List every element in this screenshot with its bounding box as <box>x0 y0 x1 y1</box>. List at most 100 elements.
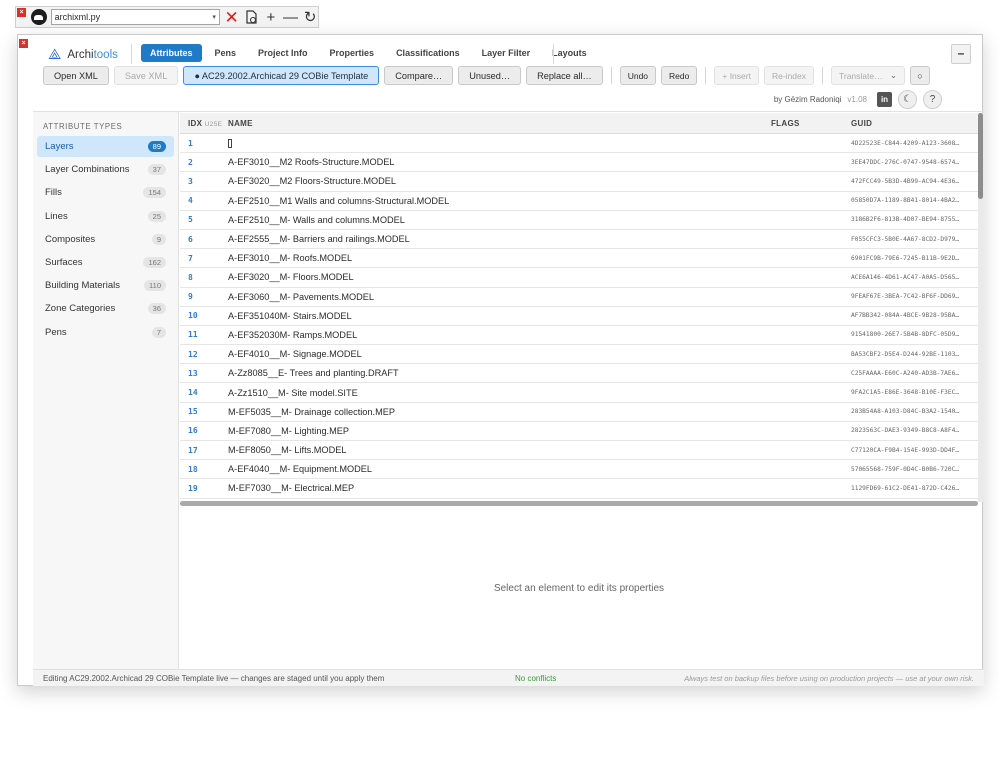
minimize-button[interactable]: – <box>951 44 971 64</box>
vertical-scrollbar[interactable] <box>978 113 983 502</box>
row-guid: BA53CBF2-D5E4-D244-92BE-1103… <box>851 350 960 358</box>
table-row[interactable]: 16 M-EF7080__M- Lighting.MEP 2823563C-DAE3… <box>180 422 978 441</box>
unused-button[interactable]: Unused… <box>458 66 522 85</box>
row-name[interactable]: M-EF8050__M- Lifts.MODEL <box>228 445 771 455</box>
reload-script-icon[interactable] <box>243 9 259 25</box>
insert-button[interactable]: + Insert <box>714 66 759 85</box>
table-row[interactable]: 2 A-EF3010__M2 Roofs-Structure.MODEL 3EE47… <box>180 153 978 173</box>
open-xml-button[interactable]: Open XML <box>43 66 109 85</box>
table-row[interactable]: 15 M-EF5035__M- Drainage collection.MEP 28… <box>180 403 978 422</box>
row-name[interactable]: A-EF4040__M- Equipment.MODEL <box>228 464 771 474</box>
row-name[interactable] <box>228 138 771 149</box>
row-name[interactable]: A-EF3010__M2 Roofs-Structure.MODEL <box>228 157 771 167</box>
sidebar-item-layer-combinations[interactable]: Layer Combinations 37 <box>37 159 174 180</box>
sidebar-item-pens[interactable]: Pens 7 <box>37 322 174 343</box>
count-badge: 25 <box>147 210 166 222</box>
row-name[interactable]: A-EF4010__M- Signage.MODEL <box>228 349 771 359</box>
tab-layouts[interactable]: Layouts <box>543 44 596 62</box>
row-guid: C77120CA-F9B4-154E-993D-DD4F… <box>851 446 960 454</box>
reindex-button[interactable]: Re-index <box>763 66 814 85</box>
cancel-run-icon[interactable]: ✕ <box>224 9 240 26</box>
horizontal-scrollbar[interactable] <box>180 501 978 506</box>
table-row[interactable]: 1 4D22523E-C844-4209-A123-3608… <box>180 134 978 154</box>
tab-classifications[interactable]: Classifications <box>387 44 469 62</box>
row-name[interactable]: A-EF3010__M- Roofs.MODEL <box>228 253 771 263</box>
table-row[interactable]: 17 M-EF8050__M- Lifts.MODEL C77120CA-F9B4-… <box>180 441 978 461</box>
table-row[interactable]: 14 A-Zz1510__M- Site model.SITE 9FA2C1A5-E… <box>180 383 978 403</box>
row-name[interactable]: A-EF2510__M- Walls and columns.MODEL <box>228 215 771 225</box>
template-selector-button[interactable]: ● AC29.2002.Archicad 29 COBie Template <box>183 66 380 85</box>
theme-toggle-icon[interactable]: ☾ <box>898 90 917 109</box>
table-row[interactable]: 7 A-EF3010__M- Roofs.MODEL 6901FC9B-79E6-7… <box>180 249 978 269</box>
scrollbar-thumb[interactable] <box>978 113 983 199</box>
column-header-name[interactable]: NAME <box>228 119 771 128</box>
table-row[interactable]: 10 A-EF351040M- Stairs.MODEL AF7BB342-084A… <box>180 307 978 326</box>
undo-button[interactable]: Undo <box>619 66 657 85</box>
table-row[interactable]: 12 A-EF4010__M- Signage.MODEL BA53CBF2-D5E… <box>180 345 978 365</box>
row-name[interactable]: A-EF352030M- Ramps.MODEL <box>228 330 771 340</box>
circle-toggle-button[interactable]: ○ <box>910 66 930 85</box>
table-row[interactable]: 13 A-Zz8085__E- Trees and planting.DRAFT C… <box>180 364 978 384</box>
column-header-idx[interactable]: IDX U25E <box>180 119 228 128</box>
tab-project-info[interactable]: Project Info <box>249 44 317 62</box>
sidebar-item-building-materials[interactable]: Building Materials 110 <box>37 275 174 296</box>
row-name[interactable]: A-EF3060__M- Pavements.MODEL <box>228 292 771 302</box>
table-row[interactable]: 8 A-EF3020__M- Floors.MODEL ACE6A146-4D61-… <box>180 268 978 288</box>
translate-dropdown[interactable]: Translate… ⌄ <box>831 66 905 85</box>
save-xml-button[interactable]: Save XML <box>113 66 179 85</box>
column-header-flags[interactable]: FLAGS <box>771 119 851 128</box>
table-row[interactable]: 19 M-EF7030__M- Electrical.MEP 1129FD69-61… <box>180 479 978 499</box>
script-select[interactable]: archixml.py ▾ <box>50 9 220 25</box>
sidebar-item-composites[interactable]: Composites 9 <box>37 229 174 250</box>
refresh-icon[interactable]: ↻ <box>302 9 318 25</box>
column-header-guid[interactable]: GUID <box>851 119 978 128</box>
table-row[interactable]: 9 A-EF3060__M- Pavements.MODEL 9FEAF67E-3B… <box>180 288 978 307</box>
add-script-icon[interactable]: + <box>263 9 279 25</box>
count-badge: 162 <box>143 256 166 268</box>
chevron-down-icon: ⌄ <box>889 70 897 80</box>
compare-button[interactable]: Compare… <box>384 66 454 85</box>
row-name[interactable]: A-EF2555__M- Barriers and railings.MODEL <box>228 234 771 244</box>
table-row[interactable]: 3 A-EF3020__M2 Floors-Structure.MODEL 472F… <box>180 172 978 192</box>
status-bar: Editing AC29.2002.Archicad 29 COBie Temp… <box>33 669 984 686</box>
table-row[interactable]: 5 A-EF2510__M- Walls and columns.MODEL 318… <box>180 211 978 230</box>
row-name[interactable]: A-EF2510__M1 Walls and columns-Structura… <box>228 196 771 206</box>
tab-layer-filter[interactable]: Layer Filter <box>473 44 540 62</box>
help-icon[interactable]: ? <box>923 90 942 109</box>
sidebar-item-zone-categories[interactable]: Zone Categories 36 <box>37 298 174 319</box>
redo-button[interactable]: Redo <box>661 66 698 85</box>
sidebar-item-fills[interactable]: Fills 154 <box>37 182 174 203</box>
row-guid: 05850D7A-1189-8B41-8014-4BA2… <box>851 197 960 205</box>
row-name[interactable]: M-EF7080__M- Lighting.MEP <box>228 426 771 436</box>
brand-logo: ⟁ Architools <box>48 46 118 63</box>
table-row[interactable]: 18 A-EF4040__M- Equipment.MODEL 57065568-7… <box>180 460 978 480</box>
tab-properties[interactable]: Properties <box>321 44 384 62</box>
remove-script-icon[interactable]: — <box>283 9 299 25</box>
table-row[interactable]: 11 A-EF352030M- Ramps.MODEL 91541800-26E7-… <box>180 326 978 346</box>
tab-attributes[interactable]: Attributes <box>141 44 202 62</box>
table-row[interactable]: 4 A-EF2510__M1 Walls and columns-Structur… <box>180 192 978 211</box>
row-name[interactable]: A-Zz8085__E- Trees and planting.DRAFT <box>228 368 771 378</box>
row-name[interactable]: A-EF3020__M2 Floors-Structure.MODEL <box>228 176 771 186</box>
count-badge: 9 <box>151 233 166 245</box>
row-name[interactable]: A-EF3020__M- Floors.MODEL <box>228 272 771 282</box>
row-name[interactable]: A-Zz1510__M- Site model.SITE <box>228 388 771 398</box>
palette-close-button[interactable]: × <box>17 8 26 17</box>
byline: by Gëzim Radoniqi v1.08 in ☾ ? <box>774 90 942 109</box>
window-close-button[interactable]: × <box>19 39 28 48</box>
row-name[interactable]: M-EF5035__M- Drainage collection.MEP <box>228 407 771 417</box>
tab-pens[interactable]: Pens <box>206 44 246 62</box>
row-index: 13 <box>188 368 198 378</box>
row-name[interactable]: M-EF7030__M- Electrical.MEP <box>228 483 771 493</box>
sidebar-item-layers[interactable]: Layers 89 <box>37 136 174 157</box>
row-guid: 57065568-759F-0D4C-B0B6-720C… <box>851 465 960 473</box>
row-index: 4 <box>188 196 193 206</box>
table-row[interactable]: 6 A-EF2555__M- Barriers and railings.MODE… <box>180 230 978 250</box>
sidebar-item-lines[interactable]: Lines 25 <box>37 206 174 227</box>
row-name[interactable]: A-EF351040M- Stairs.MODEL <box>228 311 771 321</box>
sidebar-item-surfaces[interactable]: Surfaces 162 <box>37 252 174 273</box>
table-body: 1 4D22523E-C844-4209-A123-3608… 2 A-EF3010_… <box>180 134 978 499</box>
architools-window: × ⟁ Architools Attributes Pens Project I… <box>17 34 984 686</box>
linkedin-icon[interactable]: in <box>877 92 892 107</box>
replace-all-button[interactable]: Replace all… <box>526 66 603 85</box>
